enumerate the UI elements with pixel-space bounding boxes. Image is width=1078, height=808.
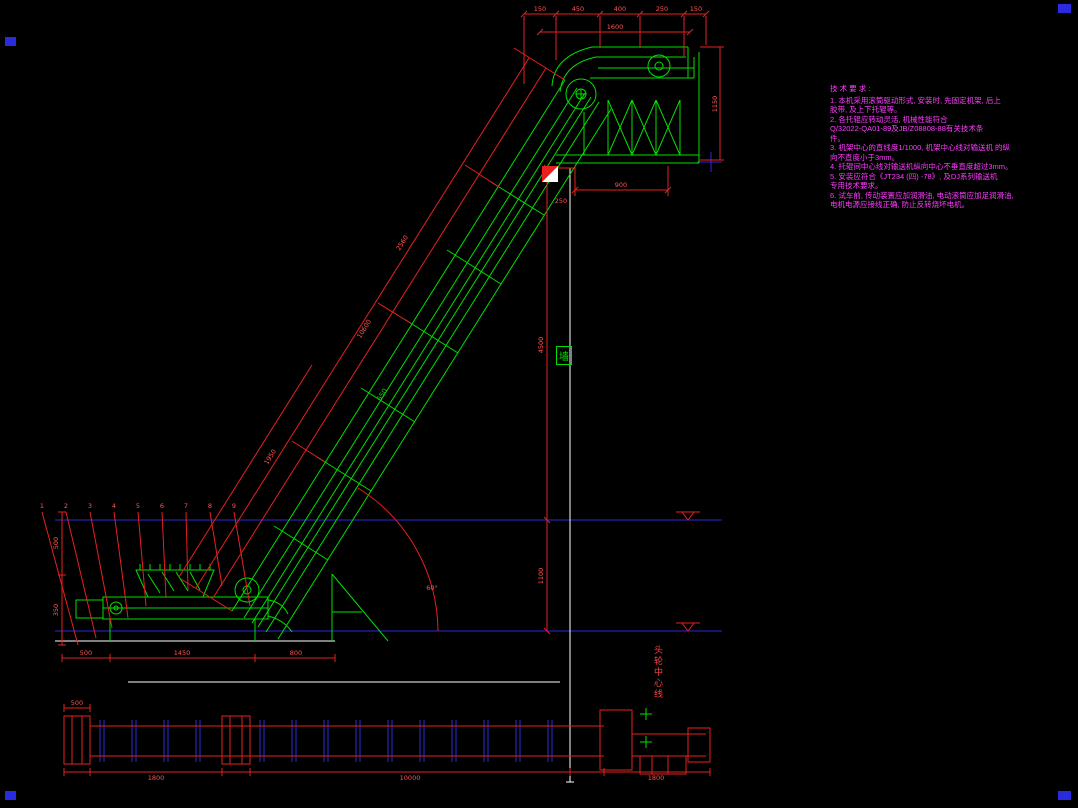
callout-7: 7	[184, 502, 188, 510]
notes-line: Q/32022-QA01-89及JB/Z08808-88有关技术条	[830, 124, 984, 133]
part-callouts: 1 2 3 4 5 6 7 8 9	[40, 502, 236, 510]
dim-drop-height: 4500	[537, 337, 545, 354]
dim-incline-length: 10600	[355, 318, 373, 340]
dim-plan-left-offset: 500	[71, 699, 83, 707]
dim-top-3: 400	[614, 5, 626, 13]
dim-head-height: 1150	[711, 96, 719, 113]
callout-9: 9	[232, 502, 236, 510]
foundation-plan	[63, 704, 711, 776]
dim-top-5: 150	[690, 5, 702, 13]
callout-8: 8	[208, 502, 212, 510]
dim-wall-gap: 250	[555, 197, 567, 205]
dim-angle: 60°	[426, 584, 438, 592]
dim-left-1: 500	[52, 537, 60, 549]
conveyor-band	[231, 79, 612, 640]
dim-plan-2: 10000	[400, 774, 421, 782]
callout-2: 2	[64, 502, 68, 510]
notes-line: 1. 本机采用滚筒驱动形式, 安装时, 先固定机架, 后上	[830, 95, 1001, 105]
notes-title: 技 术 要 求 :	[830, 84, 871, 93]
notes-line: 2. 各托辊应转动灵活, 机械性能符合	[830, 114, 948, 124]
dim-tail-2: 1450	[174, 649, 191, 657]
dim-top-overall: 1600	[607, 23, 624, 31]
centerlines	[55, 168, 574, 783]
dim-plan-3: 1800	[648, 774, 665, 782]
floor-level-lines	[55, 152, 722, 762]
dim-plan-1: 1800	[148, 774, 165, 782]
head-assembly	[551, 46, 700, 164]
dim-top-4: 250	[656, 5, 668, 13]
notes-line: 件。	[830, 133, 845, 143]
callout-6: 6	[160, 502, 164, 510]
dim-head-width: 900	[615, 181, 627, 189]
tail-assembly	[75, 564, 293, 641]
notes-line: 胶带, 及上下托辊等。	[830, 105, 902, 114]
dim-incline-seg2: 2560	[395, 234, 411, 252]
notes-line: 5. 安装应符合《JT234 (四) -78》, 及DJ系列输送机	[830, 171, 998, 181]
cad-viewport: 150 450 400 250 150 1600 900 250 1150 45…	[0, 0, 1078, 808]
dimension-lines	[41, 10, 724, 662]
dim-tail-3: 800	[290, 649, 302, 657]
callout-5: 5	[136, 502, 140, 510]
dim-tail-1: 500	[80, 649, 92, 657]
wall-label: 墙	[556, 346, 572, 365]
notes-line: 6. 试车前, 传动装置应加润滑油, 电动滚筒应加足润滑油,	[830, 190, 1014, 200]
callout-4: 4	[112, 502, 116, 510]
support-frame	[331, 573, 652, 748]
notes-line: 专用技术要求。	[830, 181, 883, 190]
dim-top-1: 150	[534, 5, 546, 13]
dim-top-2: 450	[572, 5, 584, 13]
callout-1: 1	[40, 502, 44, 510]
notes-line: 4. 托辊间中心线对输送机纵向中心不垂直度超过3mm。	[830, 162, 1013, 171]
callout-3: 3	[88, 502, 92, 510]
notes-line: 电机电源应接线正确, 防止反转烧坏电机。	[830, 200, 970, 209]
dimension-texts: 150 450 400 250 150 1600 900 250 1150 45…	[52, 5, 719, 782]
centerline-label: 头轮中心线	[653, 645, 663, 700]
notes-line: 3. 机架中心的直线度1/1000, 机架中心线对输送机 的纵	[830, 143, 1011, 152]
dim-floor-gap: 1100	[537, 568, 545, 585]
technical-notes: 技 术 要 求 : 1. 本机采用滚筒驱动形式, 安装时, 先固定机架, 后上 …	[830, 84, 1030, 210]
dim-incline-seg1: 1950	[263, 448, 279, 466]
dim-left-2: 350	[52, 604, 60, 616]
notes-line: 向不直度小于3mm。	[830, 152, 900, 162]
